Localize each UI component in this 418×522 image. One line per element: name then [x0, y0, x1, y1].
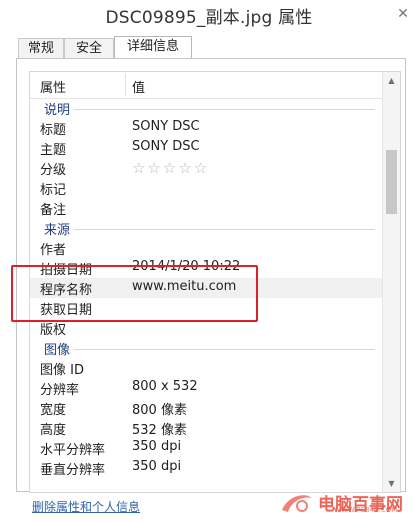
watermark-url: WWW.PC841.COM — [334, 506, 398, 514]
property-row[interactable]: 备注 — [30, 198, 383, 218]
property-key: 作者 — [40, 243, 67, 258]
property-key: 备注 — [40, 203, 67, 218]
property-value[interactable]: 532 像素 — [132, 419, 187, 438]
section-image: 图像 — [30, 338, 383, 358]
highlight-annotation-box — [11, 265, 258, 322]
property-row[interactable]: 水平分辨率 350 dpi — [30, 438, 383, 458]
property-key: 高度 — [40, 423, 67, 438]
property-key: 垂直分辨率 — [40, 463, 106, 478]
property-row[interactable]: 高度 532 像素 — [30, 418, 383, 438]
property-value[interactable]: 800 x 532 — [132, 379, 198, 394]
watermark-logo-icon — [282, 495, 312, 512]
property-row[interactable]: 宽度 800 像素 — [30, 398, 383, 418]
window-title: DSC09895_副本.jpg 属性 — [105, 8, 313, 28]
property-key: 图像 ID — [40, 363, 84, 378]
column-divider[interactable] — [125, 74, 126, 96]
property-row[interactable]: 主题 SONY DSC — [30, 138, 383, 158]
section-divider — [44, 229, 375, 230]
property-row[interactable]: 分辨率 800 x 532 — [30, 378, 383, 398]
property-row[interactable]: 作者 — [30, 238, 383, 258]
remove-properties-link[interactable]: 删除属性和个人信息 — [32, 498, 140, 515]
rating-stars[interactable]: ☆☆☆☆☆ — [132, 159, 209, 177]
property-value[interactable]: 350 dpi — [132, 459, 181, 474]
column-header: 属性 值 — [30, 72, 383, 99]
vertical-scrollbar[interactable]: ▲ ▼ — [382, 72, 400, 492]
section-title: 来源 — [44, 219, 75, 238]
property-row[interactable]: 标题 SONY DSC — [30, 118, 383, 138]
section-divider — [44, 349, 375, 350]
title-bar: DSC09895_副本.jpg 属性 ✕ — [0, 0, 418, 30]
column-header-value[interactable]: 值 — [132, 77, 145, 96]
section-description: 说明 — [30, 98, 383, 118]
column-header-property[interactable]: 属性 — [40, 77, 66, 96]
property-value[interactable]: SONY DSC — [132, 139, 200, 154]
star-icon[interactable]: ☆ — [163, 159, 178, 177]
property-value[interactable]: SONY DSC — [132, 119, 200, 134]
star-icon[interactable]: ☆ — [178, 159, 193, 177]
property-row[interactable]: 分级 ☆☆☆☆☆ — [30, 158, 383, 178]
tab-security[interactable]: 安全 — [64, 38, 114, 59]
star-icon[interactable]: ☆ — [194, 159, 209, 177]
section-origin: 来源 — [30, 218, 383, 238]
property-key: 水平分辨率 — [40, 443, 106, 458]
property-key: 标记 — [40, 183, 67, 198]
property-row[interactable]: 图像 ID — [30, 358, 383, 378]
tab-general[interactable]: 常规 — [18, 38, 64, 59]
property-key: 主题 — [40, 143, 67, 158]
property-row[interactable]: 垂直分辨率 350 dpi — [30, 458, 383, 478]
property-key: 宽度 — [40, 403, 67, 418]
property-row[interactable]: 标记 — [30, 178, 383, 198]
section-title: 说明 — [44, 99, 75, 118]
close-button[interactable]: ✕ — [394, 6, 412, 22]
property-key: 分辨率 — [40, 383, 80, 398]
section-title: 图像 — [44, 339, 75, 358]
property-value[interactable]: 800 像素 — [132, 399, 187, 418]
scroll-up-arrow-icon[interactable]: ▲ — [383, 72, 400, 89]
tab-details[interactable]: 详细信息 — [114, 36, 192, 59]
star-icon[interactable]: ☆ — [132, 159, 147, 177]
watermark: 电脑百事网 WWW.PC841.COM — [278, 490, 408, 516]
property-key: 标题 — [40, 123, 67, 138]
property-key: 分级 — [40, 163, 67, 178]
scrollbar-thumb[interactable] — [386, 150, 397, 214]
star-icon[interactable]: ☆ — [147, 159, 162, 177]
property-value[interactable]: 350 dpi — [132, 439, 181, 454]
section-divider — [44, 109, 375, 110]
